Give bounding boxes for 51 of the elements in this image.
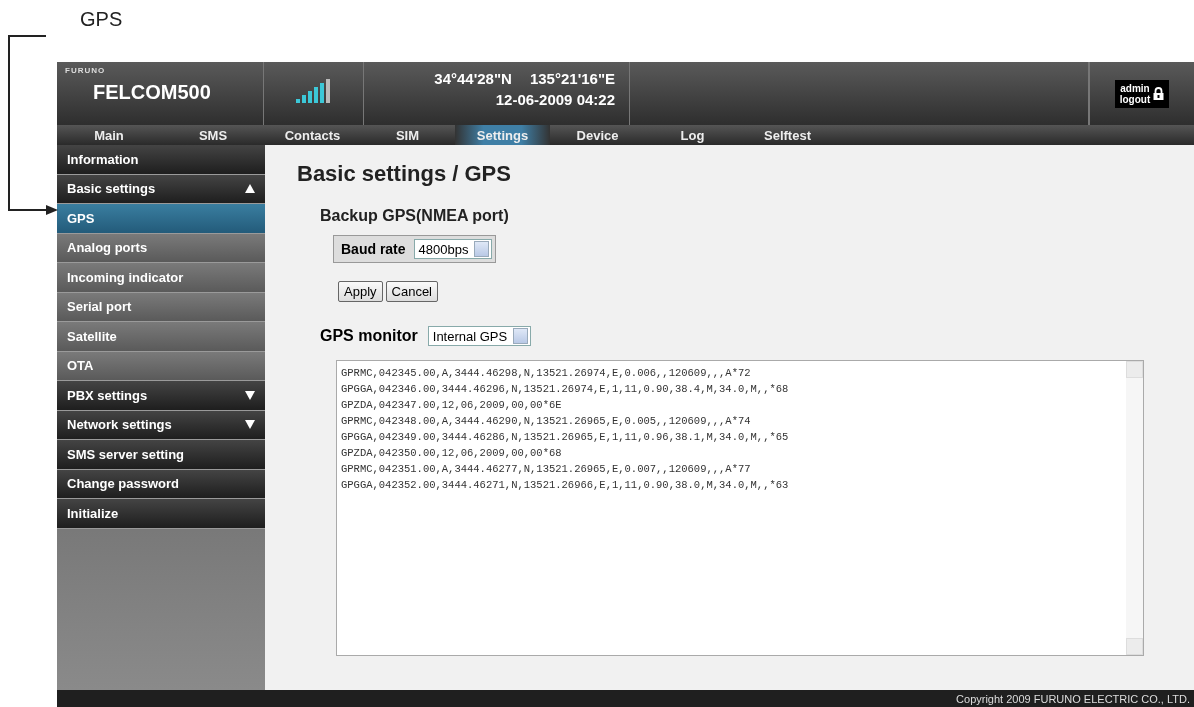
monitor-log[interactable] — [336, 360, 1144, 656]
callout-label: GPS — [80, 8, 123, 31]
section-heading: Backup GPS(NMEA port) — [320, 207, 510, 225]
nav-tab[interactable]: Contacts — [265, 125, 360, 145]
nmea-sentence: GPRMC,042351.00,A,3444.46277,N,13521.26965,E,0.007,,120609,,,A*77 — [341, 462, 752, 477]
sidebar-item[interactable]: Satellite — [57, 322, 265, 352]
nav-tab[interactable]: Settings — [455, 125, 550, 145]
expand-arrow-icon — [245, 390, 255, 400]
nav-tab[interactable]: Selftest — [740, 125, 835, 145]
sidebar-item[interactable]: Serial port — [57, 292, 265, 322]
copyright-text: Copyright 2009 FURUNO ELECTRIC CO., LTD. — [956, 692, 1190, 705]
nmea-sentence: GPRMC,042348.00,A,3444.46290,N,13521.26965,E,0.005,,120609,,,A*74 — [341, 414, 752, 429]
expand-arrow-icon — [245, 420, 255, 430]
product-name: FELCOM500 — [93, 81, 212, 104]
sidebar-item[interactable]: PBX settings — [57, 381, 265, 411]
nav-tab[interactable]: Main — [57, 125, 161, 145]
sidebar-item[interactable]: GPS — [57, 204, 265, 234]
longitude: 135°21'16"E — [529, 70, 615, 87]
nmea-sentence: GPRMC,042345.00,A,3444.46298,N,13521.26974,E,0.006,,120609,,,A*72 — [341, 366, 752, 381]
sidebar-item[interactable]: Basic settings — [57, 174, 265, 204]
sidebar-item[interactable]: Information — [57, 145, 265, 175]
nmea-sentence: GPGGA,042346.00,3444.46296,N,13521.26974,E,1,11,0.90,38.4,M,34.0,M,,*68 — [341, 382, 790, 397]
latitude: 34°44'28"N — [434, 70, 512, 87]
logout-button[interactable]: admin logout — [1114, 79, 1170, 108]
nav-tab[interactable]: SIM — [360, 125, 455, 145]
apply-button[interactable]: Apply — [338, 281, 383, 302]
nmea-sentence: GPZDA,042347.00,12,06,2009,00,00*6E — [341, 398, 563, 413]
nav-tab[interactable]: Device — [550, 125, 645, 145]
scrollbar[interactable] — [1126, 361, 1143, 655]
sidebar-item[interactable]: Change password — [57, 469, 265, 499]
section-heading: GPS monitor — [320, 327, 418, 345]
sidebar-item[interactable]: Initialize — [57, 499, 265, 529]
nmea-sentence: GPZDA,042350.00,12,06,2009,00,00*68 — [341, 446, 563, 461]
nav-tab[interactable]: Log — [645, 125, 740, 145]
date-time: 12-06-2009 04:22 — [495, 91, 615, 108]
sidebar-item[interactable]: Network settings — [57, 410, 265, 440]
field-label: Baud rate — [340, 241, 407, 257]
sidebar-item[interactable]: Incoming indicator — [57, 263, 265, 293]
nmea-sentence: GPGGA,042349.00,3444.46286,N,13521.26965,E,1,11,0.96,38.1,M,34.0,M,,*65 — [341, 430, 790, 445]
collapse-arrow-icon — [245, 184, 255, 194]
gps-source-dropdown[interactable]: Internal GPS — [427, 326, 532, 346]
lock-icon — [1153, 87, 1165, 100]
sidebar-item[interactable]: SMS server setting — [57, 440, 265, 470]
nmea-sentence: GPGGA,042352.00,3444.46271,N,13521.26966,E,1,11,0.90,38.0,M,34.0,M,,*63 — [341, 478, 790, 493]
nav-tab[interactable]: SMS — [161, 125, 265, 145]
sidebar-item[interactable]: OTA — [57, 351, 265, 381]
brand-logo: FURUNO — [65, 66, 107, 75]
sidebar-item[interactable]: Analog ports — [57, 233, 265, 263]
cancel-button[interactable]: Cancel — [385, 281, 438, 302]
page-title: Basic settings / GPS — [297, 161, 512, 187]
baud-rate-dropdown[interactable]: 4800bps — [413, 239, 493, 259]
